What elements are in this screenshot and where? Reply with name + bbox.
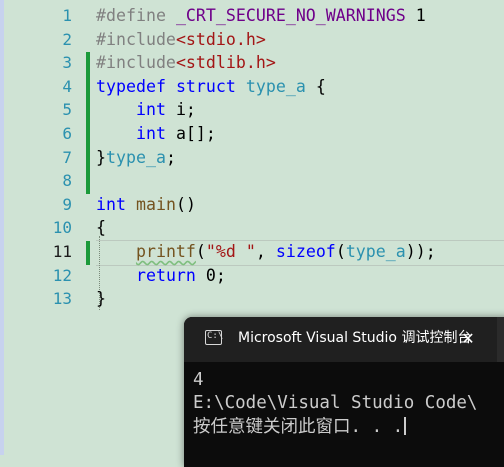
code-line-2: #include<stdio.h> (96, 29, 266, 49)
line-number: 10 (52, 218, 72, 238)
code-line-1: #define _CRT_SECURE_NO_WARNINGS 1 (96, 6, 426, 25)
console-output[interactable]: 4 E:\Code\Visual Studio Code\ 按任意键关闭此窗口.… (193, 369, 504, 439)
printf-warning-squiggle: printf (135, 241, 196, 261)
console-titlebar[interactable]: C:\ Microsoft Visual Studio 调试控制台 ✕ (184, 317, 504, 362)
code-line-9: int main() (96, 194, 196, 214)
code-line-10: { (96, 218, 106, 238)
code-line-5: int i; (135, 100, 196, 120)
line-number: 12 (52, 265, 72, 285)
debug-console-window[interactable]: C:\ Microsoft Visual Studio 调试控制台 ✕ 4 E:… (184, 317, 504, 467)
line-number-gutter: 1 2 3 4 5 6 7 8 9 10 11 12 13 (4, 0, 74, 455)
code-line-6: int a[]; (135, 123, 216, 143)
line-number: 3 (62, 53, 72, 73)
line-number: 4 (62, 76, 72, 96)
code-line-12: return 0; (135, 265, 226, 285)
code-line-11: printf("%d ", sizeof(type_a)); (135, 241, 436, 261)
line-number: 7 (62, 147, 72, 167)
console-titlebar-edge (497, 317, 504, 362)
console-prompt-line: 按任意键关闭此窗口. . . (193, 416, 504, 439)
code-line-7: }type_a; (96, 147, 176, 167)
line-number: 2 (62, 29, 72, 49)
code-line-13: } (96, 289, 106, 309)
line-number: 5 (62, 100, 72, 120)
console-output-line: E:\Code\Visual Studio Code\ (193, 393, 478, 414)
code-line-4: typedef struct type_a { (96, 76, 326, 96)
code-line-3: #include<stdlib.h> (96, 53, 276, 73)
console-app-icon: C:\ (205, 330, 223, 345)
change-marker-bar (86, 52, 90, 194)
close-icon[interactable]: ✕ (454, 325, 482, 353)
console-output-line: 4 (193, 370, 204, 390)
code-text-area[interactable]: #define _CRT_SECURE_NO_WARNINGS 1 #inclu… (96, 4, 436, 311)
line-number: 13 (52, 289, 72, 309)
console-title: Microsoft Visual Studio 调试控制台 (238, 330, 472, 346)
current-line-number: 11 (52, 241, 72, 261)
text-cursor (404, 416, 407, 435)
change-marker-bar (86, 241, 90, 265)
line-number: 1 (62, 6, 72, 25)
line-number: 6 (62, 123, 72, 143)
line-number: 9 (62, 194, 72, 214)
line-number: 8 (62, 171, 72, 191)
